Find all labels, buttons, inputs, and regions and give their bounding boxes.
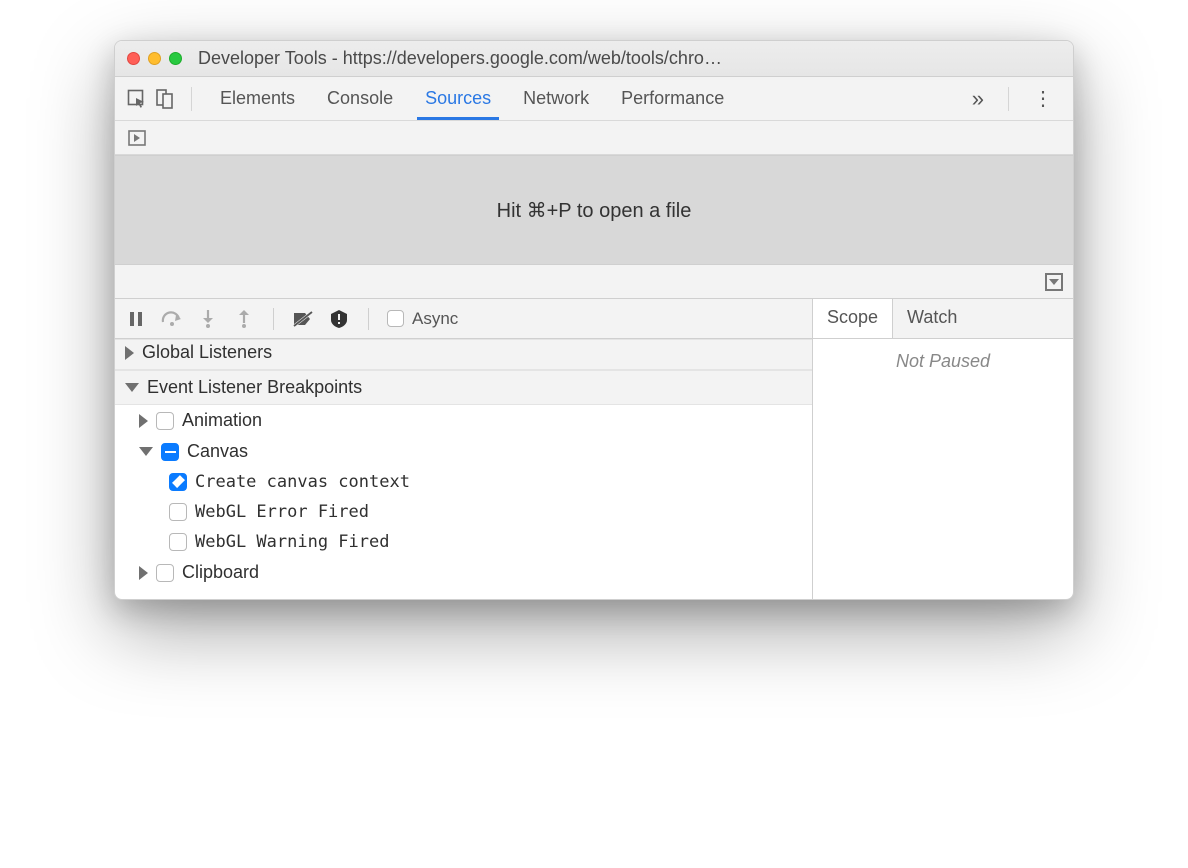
category-clipboard[interactable]: Clipboard — [115, 557, 812, 588]
breakpoint-webgl-error-fired[interactable]: WebGL Error Fired — [115, 497, 812, 527]
pause-icon[interactable] — [125, 308, 147, 330]
zoom-window-button[interactable] — [169, 52, 182, 65]
breakpoint-checkbox-checked[interactable] — [169, 473, 187, 491]
minimize-window-button[interactable] — [148, 52, 161, 65]
chevron-down-icon — [139, 447, 153, 456]
async-toggle[interactable]: Async — [387, 309, 458, 329]
tab-scope[interactable]: Scope — [813, 299, 893, 338]
separator — [191, 87, 192, 111]
more-tabs-icon[interactable]: » — [962, 86, 994, 112]
devtools-window: Developer Tools - https://developers.goo… — [114, 40, 1074, 600]
device-toolbar-icon[interactable] — [153, 87, 177, 111]
breakpoint-create-canvas-context[interactable]: Create canvas context — [115, 467, 812, 497]
breakpoint-label: WebGL Error Fired — [195, 502, 369, 522]
window-title: Developer Tools - https://developers.goo… — [198, 48, 1061, 69]
hint-text: Hit ⌘+P to open a file — [497, 198, 692, 223]
pause-on-exceptions-icon[interactable] — [328, 308, 350, 330]
sources-subbar — [115, 121, 1073, 155]
step-over-icon[interactable] — [161, 308, 183, 330]
chevron-right-icon — [139, 414, 148, 428]
step-out-icon[interactable] — [233, 308, 255, 330]
scope-body: Not Paused — [813, 339, 1073, 599]
breakpoint-tree: Global Listeners Event Listener Breakpoi… — [115, 339, 812, 599]
inspect-element-icon[interactable] — [125, 87, 149, 111]
tab-performance[interactable]: Performance — [607, 78, 738, 119]
separator — [1008, 87, 1009, 111]
separator — [368, 308, 369, 330]
breakpoint-label: Create canvas context — [195, 472, 410, 492]
debugger-left: Async Global Listeners Event Listener Br… — [115, 299, 813, 599]
breakpoint-checkbox[interactable] — [169, 503, 187, 521]
main-tabs: Elements Console Sources Network Perform… — [115, 77, 1073, 121]
debugger-right: Scope Watch Not Paused — [813, 299, 1073, 599]
category-label: Canvas — [187, 441, 248, 462]
breakpoint-webgl-warning-fired[interactable]: WebGL Warning Fired — [115, 527, 812, 557]
event-listener-breakpoints-label: Event Listener Breakpoints — [147, 377, 362, 398]
open-file-hint: Hit ⌘+P to open a file — [115, 155, 1073, 265]
category-label: Animation — [182, 410, 262, 431]
titlebar: Developer Tools - https://developers.goo… — [115, 41, 1073, 77]
scope-watch-tabs: Scope Watch — [813, 299, 1073, 339]
category-checkbox-indeterminate[interactable] — [161, 443, 179, 461]
tab-console[interactable]: Console — [313, 78, 407, 119]
category-checkbox[interactable] — [156, 564, 174, 582]
category-checkbox[interactable] — [156, 412, 174, 430]
async-checkbox[interactable] — [387, 310, 404, 327]
tab-sources[interactable]: Sources — [411, 78, 505, 119]
debugger-toolbar: Async — [115, 299, 812, 339]
async-label: Async — [412, 309, 458, 329]
event-listener-breakpoints-section[interactable]: Event Listener Breakpoints — [115, 370, 812, 405]
chevron-right-icon — [139, 566, 148, 580]
category-canvas[interactable]: Canvas — [115, 436, 812, 467]
chevron-right-icon — [125, 346, 134, 360]
global-listeners-section[interactable]: Global Listeners — [115, 339, 812, 370]
deactivate-breakpoints-icon[interactable] — [292, 308, 314, 330]
breakpoint-checkbox[interactable] — [169, 533, 187, 551]
tab-watch[interactable]: Watch — [893, 299, 971, 338]
expand-drawer-icon[interactable] — [1045, 273, 1063, 291]
global-listeners-label: Global Listeners — [142, 342, 272, 363]
traffic-lights — [127, 52, 182, 65]
chevron-down-icon — [125, 383, 139, 392]
console-drawer-collapsed — [115, 265, 1073, 299]
tab-elements[interactable]: Elements — [206, 78, 309, 119]
step-into-icon[interactable] — [197, 308, 219, 330]
debugger-pane: Async Global Listeners Event Listener Br… — [115, 299, 1073, 599]
not-paused-text: Not Paused — [896, 351, 990, 372]
category-animation[interactable]: Animation — [115, 405, 812, 436]
tab-network[interactable]: Network — [509, 78, 603, 119]
show-navigator-icon[interactable] — [125, 126, 149, 150]
kebab-menu-icon[interactable]: ⋮ — [1023, 86, 1063, 111]
category-label: Clipboard — [182, 562, 259, 583]
close-window-button[interactable] — [127, 52, 140, 65]
separator — [273, 308, 274, 330]
breakpoint-label: WebGL Warning Fired — [195, 532, 389, 552]
